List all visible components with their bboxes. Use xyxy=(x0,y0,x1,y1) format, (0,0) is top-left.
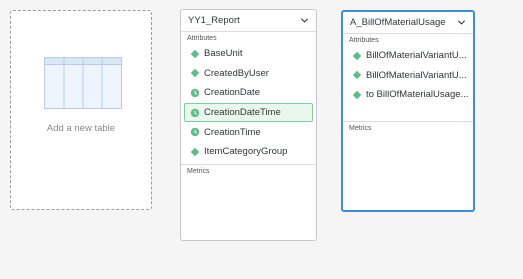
attribute-label: BillOfMaterialVariantU... xyxy=(366,69,467,81)
chevron-down-icon[interactable] xyxy=(457,18,466,27)
dimension-icon xyxy=(190,69,200,78)
table-card-a-billofmaterialusage[interactable]: A_BillOfMaterialUsage Attributes BillOfM… xyxy=(341,10,475,212)
time-icon xyxy=(190,88,200,98)
attribute-label: ItemCategoryGroup xyxy=(204,146,288,158)
metrics-section-label: Metrics xyxy=(349,124,372,132)
attribute-label: CreationDate xyxy=(204,87,260,99)
attribute-item-billofmaterialvariantusage-2[interactable]: BillOfMaterialVariantU... xyxy=(346,66,470,86)
attribute-item-creationdatetime[interactable]: CreationDateTime xyxy=(184,102,313,123)
table-card-header[interactable]: YY1_Report xyxy=(181,10,316,32)
attribute-label: CreationDateTime xyxy=(204,107,281,119)
table-title: A_BillOfMaterialUsage xyxy=(350,17,446,28)
association-icon xyxy=(352,90,362,100)
attribute-label: BillOfMaterialVariantU... xyxy=(366,50,467,62)
attribute-item-itemcategorygroup[interactable]: ItemCategoryGroup xyxy=(184,142,313,162)
attribute-label: CreatedByUser xyxy=(204,67,269,79)
table-card-header[interactable]: A_BillOfMaterialUsage xyxy=(343,12,473,34)
attribute-item-creationdate[interactable]: CreationDate xyxy=(184,83,313,103)
time-icon xyxy=(190,108,200,117)
dimension-icon xyxy=(190,147,200,157)
attribute-label: to BillOfMaterialUsage... xyxy=(366,89,469,101)
time-icon xyxy=(190,127,200,137)
attribute-label: CreationTime xyxy=(204,126,261,138)
chevron-down-icon[interactable] xyxy=(300,16,309,25)
attribute-item-billofmaterialvariantusage-1[interactable]: BillOfMaterialVariantU... xyxy=(346,46,470,66)
attribute-label: BaseUnit xyxy=(204,48,243,60)
attribute-list: BillOfMaterialVariantU... BillOfMaterial… xyxy=(343,46,473,105)
add-new-table-label: Add a new table xyxy=(46,123,116,134)
metrics-section-label: Metrics xyxy=(187,167,210,175)
table-card-yy1-report[interactable]: YY1_Report Attributes BaseUnit CreatedBy… xyxy=(180,9,317,241)
attribute-item-to-billofmaterialusage[interactable]: to BillOfMaterialUsage... xyxy=(346,85,470,105)
attribute-item-createdbyuser[interactable]: CreatedByUser xyxy=(184,64,313,84)
dimension-icon xyxy=(352,71,362,80)
attribute-list: BaseUnit CreatedByUser CreationDate Crea… xyxy=(181,44,316,162)
table-illustration-icon xyxy=(44,57,122,109)
dimension-icon xyxy=(352,51,362,61)
attribute-item-baseunit[interactable]: BaseUnit xyxy=(184,44,313,64)
attributes-section-label: Attributes xyxy=(187,35,217,42)
table-title: YY1_Report xyxy=(188,15,240,26)
add-new-table-dropzone[interactable]: Add a new table xyxy=(10,10,152,210)
attribute-item-creationtime[interactable]: CreationTime xyxy=(184,122,313,142)
dimension-icon xyxy=(190,49,200,59)
attributes-section-label: Attributes xyxy=(349,37,379,44)
